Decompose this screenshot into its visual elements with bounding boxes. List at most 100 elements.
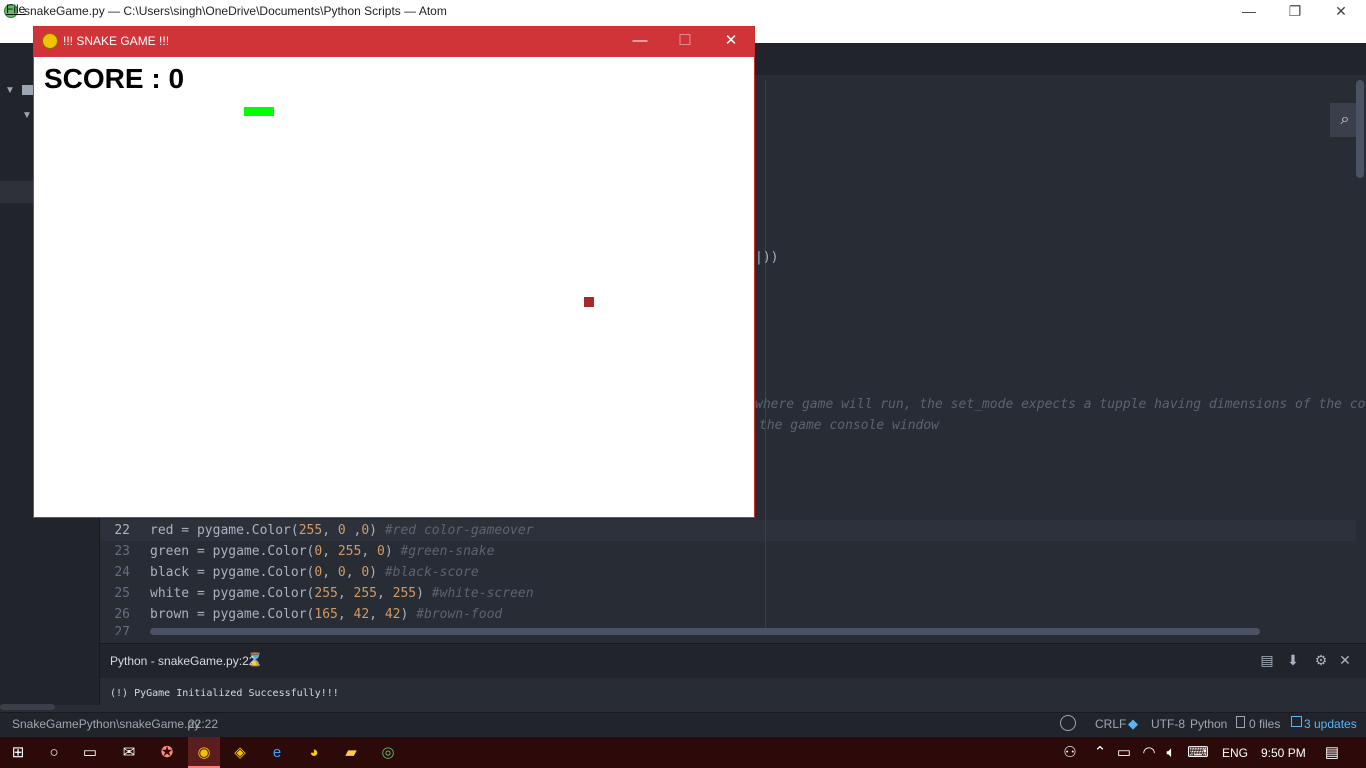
- task-view-icon[interactable]: ▭: [76, 740, 104, 766]
- taskbar-clock[interactable]: 9:50 PM: [1261, 746, 1306, 760]
- game-maximize-button[interactable]: ☐: [662, 27, 708, 57]
- pygame-snake-icon: [42, 33, 58, 49]
- code-punctuation: ): [369, 565, 385, 580]
- atom-close-button[interactable]: ✕: [1318, 0, 1364, 23]
- python-icon[interactable]: ◉: [190, 740, 218, 766]
- python-idle-icon[interactable]: ◈: [226, 740, 254, 766]
- code-variable: red: [150, 523, 174, 538]
- file-explorer-icon[interactable]: ▰: [337, 740, 365, 766]
- code-call: = pygame.Color(: [189, 586, 315, 601]
- code-punctuation: ,: [322, 523, 338, 538]
- wrap-guide: [765, 80, 766, 635]
- file-icon: [1236, 716, 1245, 728]
- code-number: 0: [377, 544, 385, 559]
- code-variable: black: [150, 565, 190, 580]
- people-icon[interactable]: ⚇: [1056, 740, 1084, 766]
- code-number: 42: [384, 607, 401, 622]
- code-comment: #red color-gameover: [384, 523, 534, 538]
- code-line: green = pygame.Color(0, 255, 0) #green-s…: [150, 544, 494, 559]
- code-comment-fragment: where game will run, the set_mode expect…: [755, 397, 1366, 412]
- windows-start-icon[interactable]: ⊞: [4, 740, 32, 766]
- code-punctuation: ,: [345, 565, 362, 580]
- status-line-ending[interactable]: CRLF: [1095, 717, 1126, 731]
- atom-window-title: snakeGame.py — C:\Users\singh\OneDrive\D…: [24, 4, 447, 18]
- status-encoding[interactable]: UTF-8: [1151, 717, 1185, 731]
- vertical-scrollbar[interactable]: [1356, 80, 1364, 178]
- atom-restore-button[interactable]: ❐: [1272, 0, 1318, 23]
- code-number: 255: [314, 586, 338, 601]
- horizontal-scrollbar[interactable]: [150, 628, 1260, 635]
- line-number: 22: [114, 523, 130, 538]
- code-number: 255: [298, 523, 323, 538]
- settings-sliders-icon[interactable]: ⚙: [1311, 650, 1331, 670]
- code-punctuation: ,: [322, 544, 338, 559]
- code-variable: white: [150, 586, 190, 601]
- tree-horizontal-scrollbar[interactable]: [0, 704, 55, 710]
- game-close-button[interactable]: ✕: [708, 27, 754, 57]
- menu-file[interactable]: File: [6, 2, 25, 16]
- code-number: 0: [361, 523, 370, 538]
- game-minimize-button[interactable]: —: [617, 27, 663, 57]
- script-panel-header: [100, 643, 1366, 678]
- mail-icon[interactable]: ✉: [115, 740, 143, 766]
- code-line: white = pygame.Color(255, 255, 255) #whi…: [150, 586, 534, 601]
- cortana-icon[interactable]: ○: [40, 740, 68, 766]
- code-number: 0: [337, 565, 346, 580]
- code-line: black = pygame.Color(0, 0, 0) #black-sco…: [150, 565, 479, 580]
- code-comment-fragment: the game console window: [759, 418, 940, 433]
- snake-game-window[interactable]: [33, 26, 755, 518]
- code-call: = pygame.Color(: [173, 523, 299, 538]
- code-punctuation: ,: [377, 586, 393, 601]
- status-updates-link[interactable]: 3 updates: [1304, 717, 1357, 731]
- atom-icon[interactable]: ◎: [374, 740, 402, 766]
- status-grammar[interactable]: Python: [1190, 717, 1227, 731]
- github-icon[interactable]: [1060, 715, 1076, 731]
- code-call: = pygame.Color(: [189, 544, 315, 559]
- snake: [244, 107, 274, 116]
- notifications-icon[interactable]: ▤: [1318, 740, 1346, 766]
- status-cursor-position[interactable]: 22:22: [188, 717, 218, 731]
- code-call: = pygame.Color(: [189, 565, 315, 580]
- package-icon: [1291, 716, 1302, 727]
- code-punctuation: ): [369, 523, 385, 538]
- code-comment: #green-snake: [400, 544, 495, 559]
- chrome-icon[interactable]: ◕: [300, 740, 328, 766]
- volume-icon[interactable]: 🔈︎: [1157, 740, 1185, 766]
- download-icon[interactable]: ⬇: [1283, 650, 1303, 670]
- language-indicator[interactable]: ENG: [1222, 746, 1248, 760]
- teletype-icon[interactable]: ◆: [1128, 716, 1138, 732]
- line-number: 26: [114, 607, 130, 622]
- code-punctuation: ,: [345, 523, 362, 538]
- code-comment: #black-score: [384, 565, 479, 580]
- code-punctuation: ,: [337, 607, 354, 622]
- food: [584, 297, 594, 307]
- code-number: 255: [353, 586, 377, 601]
- code-number: 255: [337, 544, 362, 559]
- code-variable: brown: [150, 607, 190, 622]
- hourglass-icon: ⌛: [247, 652, 264, 667]
- status-file-path[interactable]: SnakeGamePython\snakeGame.py: [12, 717, 200, 731]
- line-number: 24: [114, 565, 130, 580]
- app-icon[interactable]: ✪: [153, 740, 181, 766]
- close-icon[interactable]: ✕: [1335, 650, 1355, 670]
- status-files-count[interactable]: 0 files: [1249, 717, 1280, 731]
- atom-minimize-button[interactable]: —: [1226, 0, 1272, 23]
- document-icon[interactable]: ▤: [1257, 650, 1277, 670]
- line-number: 23: [114, 544, 130, 559]
- battery-icon[interactable]: ▭: [1110, 740, 1138, 766]
- code-punctuation: ,: [361, 544, 377, 559]
- code-line: brown = pygame.Color(165, 42, 42) #brown…: [150, 607, 502, 622]
- chevron-down-icon[interactable]: ▼: [22, 110, 32, 121]
- edge-icon[interactable]: e: [263, 740, 291, 766]
- code-punctuation: ,: [337, 586, 354, 601]
- code-comment: #brown-food: [416, 607, 503, 622]
- code-comment: #white-screen: [431, 586, 534, 601]
- code-number: 0: [337, 523, 346, 538]
- code-punctuation: ): [416, 586, 432, 601]
- code-number: 165: [314, 607, 338, 622]
- code-fragment: |)): [755, 250, 779, 265]
- chevron-down-icon[interactable]: ▼: [5, 85, 15, 96]
- keyboard-icon[interactable]: ⌨: [1184, 740, 1212, 766]
- snake-game-title: !!! SNAKE GAME !!!: [63, 34, 170, 48]
- line-number: 27: [114, 625, 130, 635]
